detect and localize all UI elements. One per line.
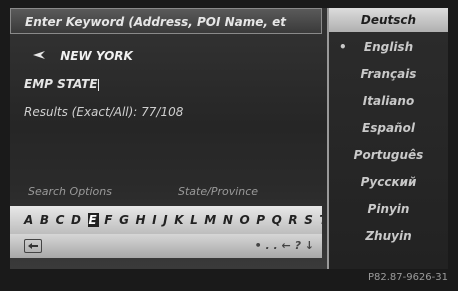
- language-item-espanol[interactable]: Español: [329, 121, 448, 135]
- language-item-russian[interactable]: Русский: [329, 175, 448, 189]
- figure-caption: P82.87-9626-31: [367, 272, 448, 283]
- control-bar: • ․ ․ ← ? ↓: [10, 234, 322, 258]
- keyboard-selected-letter[interactable]: E: [87, 213, 99, 227]
- text-cursor: [97, 78, 99, 91]
- language-menu-header[interactable]: Deutsch: [329, 8, 448, 32]
- results-row: Results (Exact/All): 77/108: [10, 102, 336, 122]
- results-text: Results (Exact/All): 77/108: [24, 105, 184, 119]
- language-item-zhuyin[interactable]: Zhuyin: [329, 229, 448, 243]
- navigation-arrow-icon: [32, 46, 46, 66]
- back-button[interactable]: [24, 239, 42, 253]
- options-bar: Search Options State/Province: [10, 185, 322, 205]
- language-item-english[interactable]: • English: [329, 40, 448, 54]
- keyboard-letters-after[interactable]: F G H I J K L M N O P Q R S T U: [99, 213, 322, 227]
- language-item-label: English: [363, 40, 414, 54]
- keyword-input[interactable]: Enter Keyword (Address, POI Name, et: [10, 8, 322, 34]
- language-item-italiano[interactable]: Italiano: [329, 94, 448, 108]
- entry-row: EMP STATE: [10, 74, 336, 94]
- language-menu: Deutsch • English Français Italiano Espa…: [327, 8, 448, 269]
- selected-dot-icon: •: [339, 40, 347, 54]
- navigation-screen: Enter Keyword (Address, POI Name, et NEW…: [10, 8, 448, 269]
- current-entry: EMP STATE: [24, 77, 98, 91]
- search-options-button[interactable]: Search Options: [28, 185, 112, 198]
- location-row[interactable]: NEW YORK: [10, 46, 344, 66]
- state-province-button[interactable]: State/Province: [178, 185, 258, 198]
- character-bar[interactable]: A B C D E F G H I J K L M N O P Q R S T …: [10, 206, 322, 234]
- location-label: NEW YORK: [60, 49, 133, 63]
- language-item-francais[interactable]: Français: [329, 67, 448, 81]
- control-symbols[interactable]: • ․ ․ ← ? ↓: [255, 234, 314, 258]
- keyword-input-text: Enter Keyword (Address, POI Name, et: [25, 15, 287, 29]
- language-item-portugues[interactable]: Português: [329, 148, 448, 162]
- language-item-pinyin[interactable]: Pinyin: [329, 202, 448, 216]
- keyboard-letters-before[interactable]: A B C D: [24, 213, 88, 227]
